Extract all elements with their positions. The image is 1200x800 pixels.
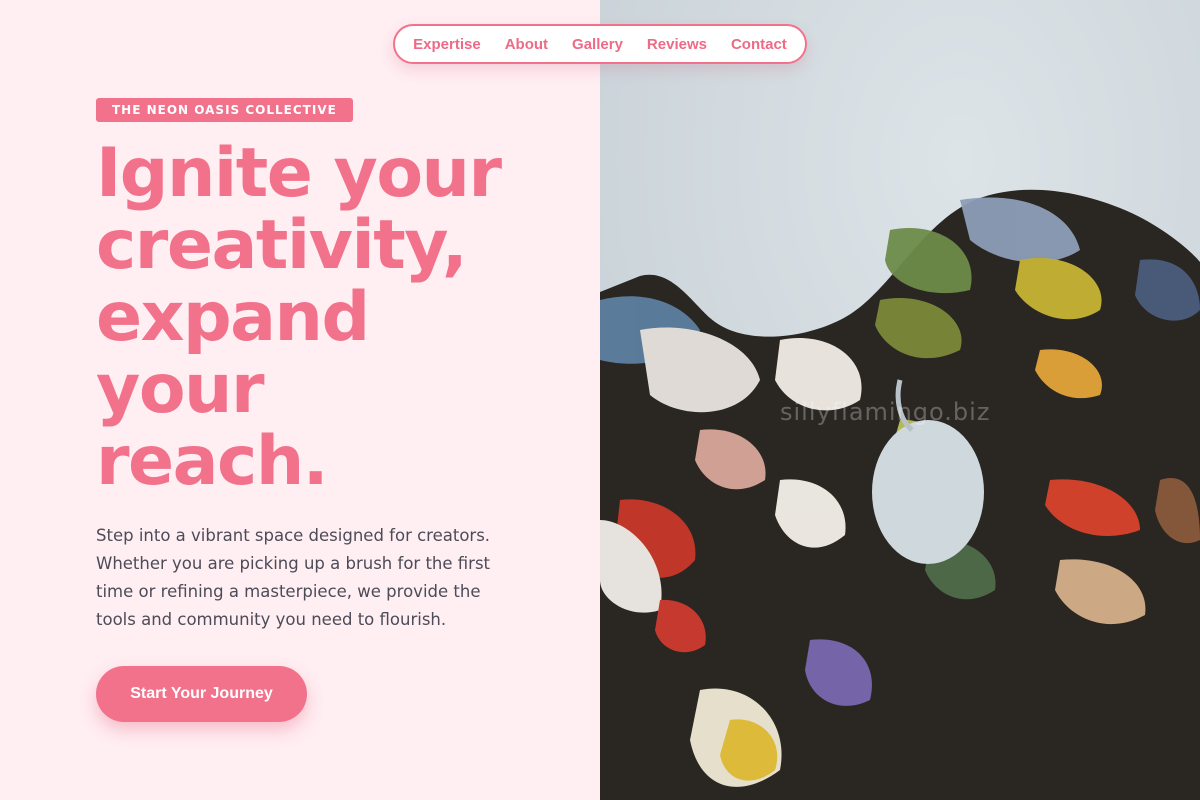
main-nav: Expertise About Gallery Reviews Contact [393, 24, 807, 64]
image-watermark: sillyflamingo.biz [780, 398, 991, 426]
headline-line: reach. [96, 422, 329, 501]
headline-line: expand [96, 278, 370, 357]
collective-badge: THE NEON OASIS COLLECTIVE [96, 98, 353, 122]
nav-expertise-link[interactable]: Expertise [413, 36, 481, 53]
headline-line: Ignite your [96, 134, 502, 213]
start-journey-button[interactable]: Start Your Journey [96, 666, 307, 722]
nav-contact-link[interactable]: Contact [731, 36, 787, 53]
hero-left-panel: THE NEON OASIS COLLECTIVE Ignite your cr… [0, 0, 600, 800]
nav-reviews-link[interactable]: Reviews [647, 36, 707, 53]
headline-line: your [96, 350, 265, 429]
nav-gallery-link[interactable]: Gallery [572, 36, 623, 53]
headline-line: creativity, [96, 206, 468, 285]
nav-about-link[interactable]: About [505, 36, 548, 53]
hero-description: Step into a vibrant space designed for c… [96, 526, 491, 629]
hero-headline: Ignite your creativity, expand your reac… [96, 138, 576, 498]
